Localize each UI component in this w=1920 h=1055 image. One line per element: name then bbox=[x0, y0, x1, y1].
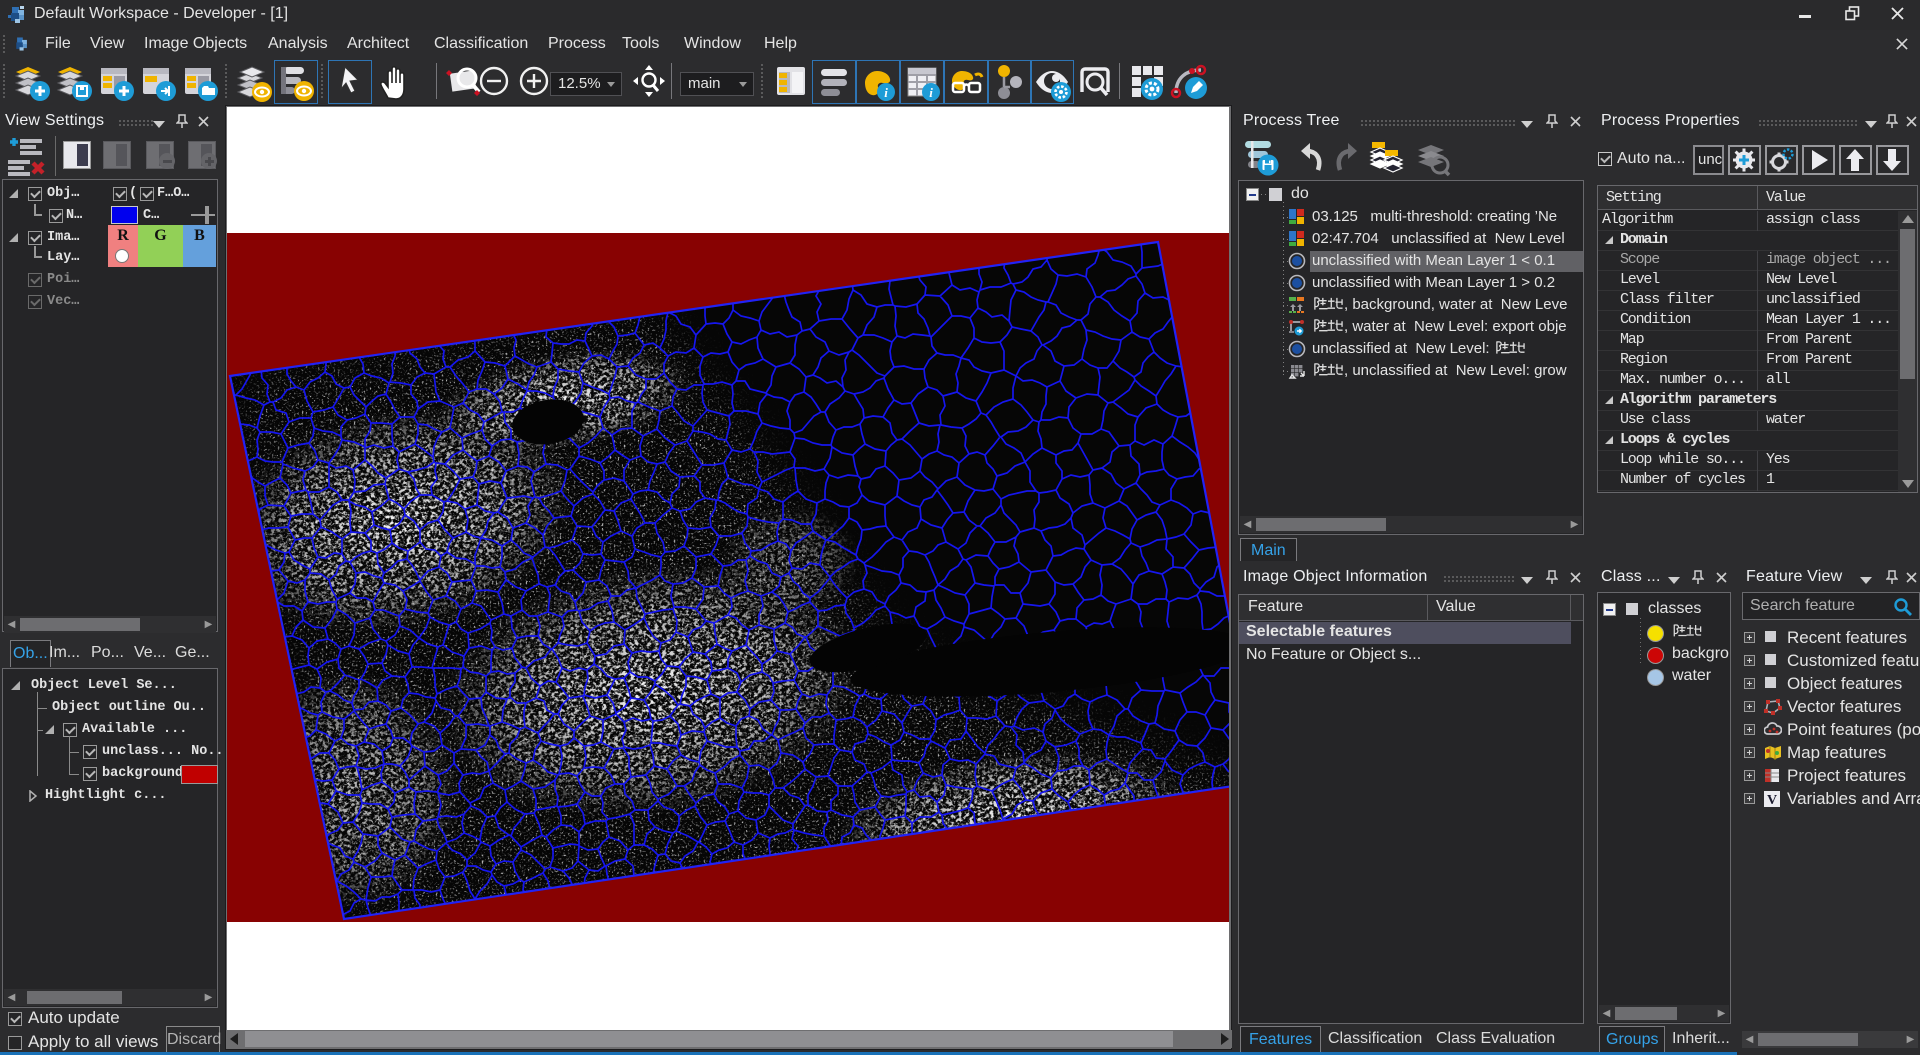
svg-text:i: i bbox=[929, 85, 933, 100]
svg-text:V: V bbox=[1767, 793, 1777, 807]
svg-text:i: i bbox=[884, 85, 888, 100]
